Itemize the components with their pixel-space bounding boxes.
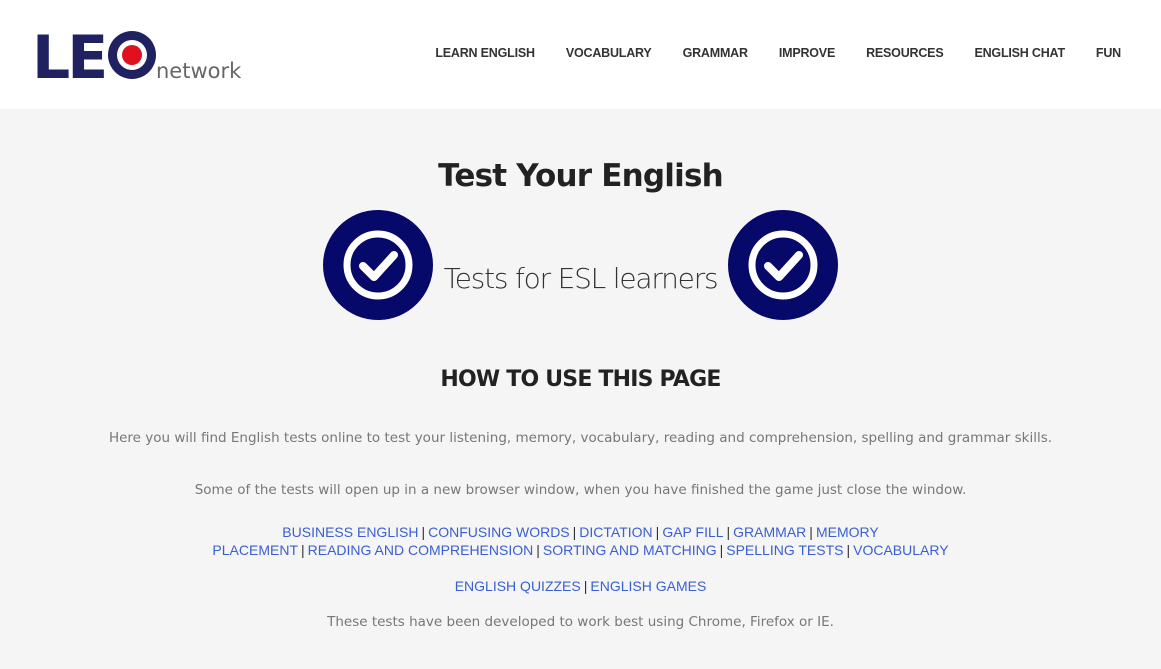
separator: | xyxy=(846,542,851,558)
separator: | xyxy=(655,524,660,540)
main-navigation: LEARN ENGLISH VOCABULARY GRAMMAR IMPROVE… xyxy=(404,46,1121,60)
link-spelling-tests[interactable]: SPELLING TESTS xyxy=(726,542,843,558)
nav-vocabulary[interactable]: VOCABULARY xyxy=(566,46,652,60)
howto-heading: HOW TO USE THIS PAGE xyxy=(440,367,721,392)
link-vocabulary[interactable]: VOCABULARY xyxy=(853,542,948,558)
intro-paragraph: Here you will find English tests online … xyxy=(108,430,1053,446)
test-links-row-2: PLACEMENT | READING AND COMPREHENSION | SORT… xyxy=(0,541,1161,559)
nav-learn-english[interactable]: LEARN ENGLISH xyxy=(435,46,535,60)
nav-grammar[interactable]: GRAMMAR xyxy=(683,46,748,60)
separator: | xyxy=(301,542,305,558)
nav-english-chat[interactable]: ENGLISH CHAT xyxy=(974,46,1065,60)
site-header: LE network LEARN ENGLISH VOCABULARY GRAM… xyxy=(0,0,1161,109)
link-gap-fill[interactable]: GAP FILL xyxy=(662,524,723,540)
page-title: Test Your English xyxy=(438,158,724,194)
separator: | xyxy=(726,524,731,540)
link-memory[interactable]: MEMORY xyxy=(816,524,879,540)
page-subtitle: Tests for ESL learners xyxy=(443,262,719,295)
link-english-quizzes[interactable]: ENGLISH QUIZZES xyxy=(455,578,581,594)
separator: | xyxy=(421,524,426,540)
nav-resources[interactable]: RESOURCES xyxy=(866,46,944,60)
link-dictation[interactable]: DICTATION xyxy=(579,524,652,540)
nav-improve[interactable]: IMPROVE xyxy=(779,46,835,60)
separator: | xyxy=(583,578,588,594)
browser-note: These tests have been developed to work … xyxy=(327,614,834,630)
link-sorting-matching[interactable]: SORTING AND MATCHING xyxy=(543,542,717,558)
logo-network-text: network xyxy=(156,59,242,83)
link-reading-comprehension[interactable]: READING AND COMPREHENSION xyxy=(308,542,534,558)
separator: | xyxy=(809,524,813,540)
leo-network-logo[interactable]: LE network xyxy=(32,26,262,86)
nav-fun[interactable]: FUN xyxy=(1096,46,1121,60)
test-links-row-3: ENGLISH QUIZZES | ENGLISH GAMES xyxy=(0,577,1161,595)
link-confusing-words[interactable]: CONFUSING WORDS xyxy=(428,524,570,540)
note-paragraph: Some of the tests will open up in a new … xyxy=(194,482,967,498)
separator: | xyxy=(536,542,540,558)
link-grammar[interactable]: GRAMMAR xyxy=(733,524,806,540)
link-business-english[interactable]: BUSINESS ENGLISH xyxy=(282,524,418,540)
test-links-row-1: BUSINESS ENGLISH | CONFUSING WORDS | DICTATI… xyxy=(0,523,1161,541)
link-placement[interactable]: PLACEMENT xyxy=(212,542,298,558)
separator: | xyxy=(572,524,577,540)
separator: | xyxy=(719,542,724,558)
svg-text:LE: LE xyxy=(32,26,105,86)
link-english-games[interactable]: ENGLISH GAMES xyxy=(590,578,706,594)
